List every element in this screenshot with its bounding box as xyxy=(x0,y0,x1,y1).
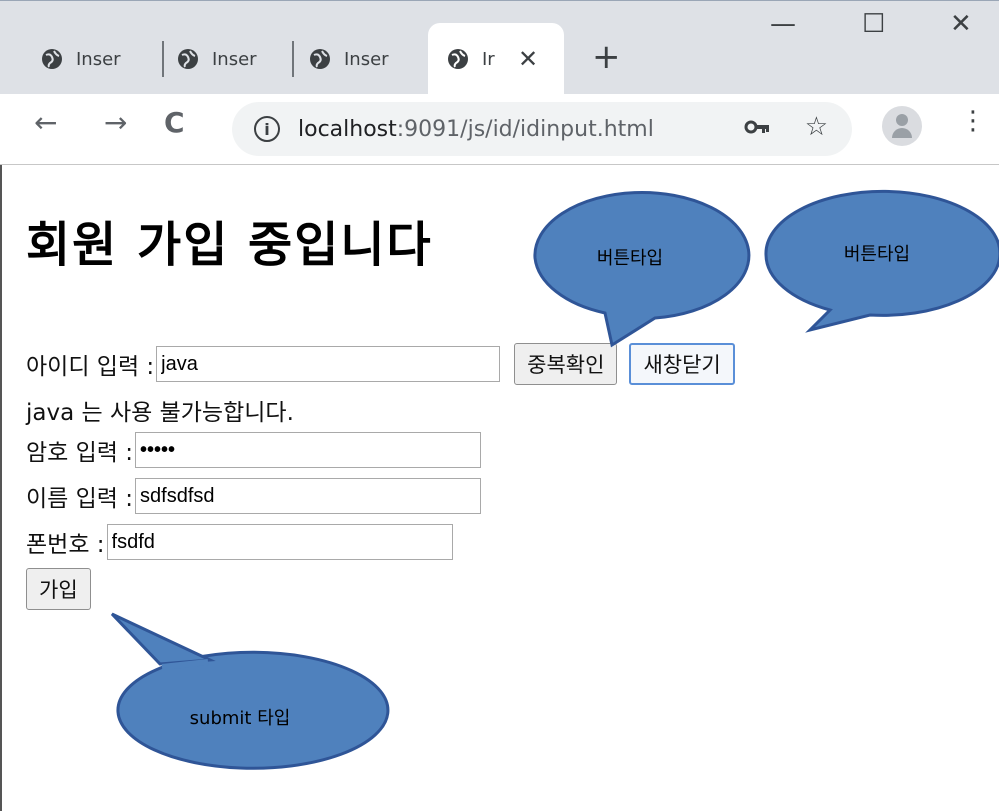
browser-window: Inser Inser Inser Ir ✕ + — ☐ ✕ ← → C i l… xyxy=(0,0,999,811)
callout-shapes xyxy=(110,189,999,770)
callout-close-label: 버튼타입 xyxy=(843,244,911,265)
callout-join-label: submit 타입 xyxy=(189,708,291,729)
callout-tail-join xyxy=(110,612,216,666)
callout-dup-label: 버튼타입 xyxy=(596,248,664,269)
